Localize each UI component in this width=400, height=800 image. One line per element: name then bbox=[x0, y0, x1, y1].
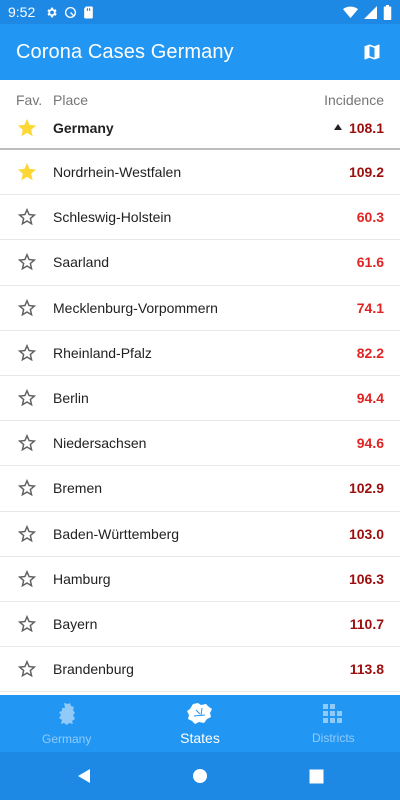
states-map-icon bbox=[186, 702, 213, 730]
wifi-icon bbox=[343, 6, 358, 19]
star-filled-icon[interactable] bbox=[16, 161, 38, 183]
list-item-incidence: 74.1 bbox=[356, 299, 384, 316]
list-item[interactable]: Baden-Württemberg 103.0 bbox=[0, 512, 400, 557]
list-item[interactable]: Saarland 61.6 bbox=[0, 240, 400, 286]
star-outline-icon[interactable] bbox=[16, 387, 38, 409]
recents-icon[interactable] bbox=[258, 769, 374, 784]
districts-grid-icon bbox=[322, 703, 344, 731]
list-item-name: Rheinland-Pfalz bbox=[53, 344, 152, 361]
total-name: Germany bbox=[53, 120, 114, 136]
list-item[interactable]: Schleswig-Holstein 60.3 bbox=[0, 195, 400, 241]
settings-icon bbox=[45, 6, 58, 19]
nav-item-states[interactable]: States bbox=[133, 695, 266, 752]
star-outline-icon[interactable] bbox=[16, 432, 38, 454]
list-item-name: Brandenburg bbox=[53, 661, 134, 678]
list-item-name: Niedersachsen bbox=[53, 435, 147, 452]
list-item-incidence: 82.2 bbox=[356, 344, 384, 361]
total-incidence-value: 108.1 bbox=[348, 120, 384, 136]
list-item[interactable]: Mecklenburg-Vorpommern 74.1 bbox=[0, 286, 400, 331]
trend-up-icon bbox=[334, 124, 342, 130]
list-item-incidence: 60.3 bbox=[356, 209, 384, 226]
nav-label-germany: Germany bbox=[41, 731, 92, 746]
list-item[interactable]: Bayern 110.7 bbox=[0, 602, 400, 648]
status-bar: 9:52 bbox=[0, 0, 400, 24]
star-outline-icon[interactable] bbox=[16, 658, 38, 680]
list-item-incidence: 110.7 bbox=[349, 615, 384, 632]
place-column-label[interactable]: Place bbox=[53, 92, 88, 108]
nav-label-districts: Districts bbox=[311, 730, 355, 745]
list-item-incidence: 113.8 bbox=[349, 661, 384, 678]
app-bar: Corona Cases Germany bbox=[0, 24, 400, 80]
list-item-name: Berlin bbox=[53, 390, 89, 407]
status-time: 9:52 bbox=[8, 4, 36, 20]
list-item-incidence: 102.9 bbox=[348, 480, 384, 497]
list-item-name: Mecklenburg-Vorpommern bbox=[53, 299, 218, 316]
star-outline-icon[interactable] bbox=[16, 251, 38, 273]
list-item-incidence: 94.6 bbox=[356, 435, 384, 452]
star-filled-icon[interactable] bbox=[16, 117, 38, 139]
star-outline-icon[interactable] bbox=[16, 568, 38, 590]
nav-item-districts[interactable]: Districts bbox=[267, 695, 400, 752]
list-item[interactable]: Brandenburg 113.8 bbox=[0, 647, 400, 693]
list-item[interactable]: Bremen 102.9 bbox=[0, 466, 400, 512]
list-item-name: Saarland bbox=[53, 254, 110, 271]
states-list[interactable]: Nordrhein-Westfalen 109.2 Schleswig-Holste… bbox=[0, 150, 400, 695]
list-item-name: Nordrhein-Westfalen bbox=[53, 164, 182, 181]
map-icon[interactable] bbox=[360, 40, 384, 64]
list-item[interactable]: Nordrhein-Westfalen 109.2 bbox=[0, 150, 400, 196]
nav-item-germany[interactable]: Germany bbox=[0, 695, 133, 752]
list-item-incidence: 109.2 bbox=[348, 164, 384, 181]
list-item[interactable]: Hamburg 106.3 bbox=[0, 557, 400, 602]
list-item[interactable]: Rheinland-Pfalz 82.2 bbox=[0, 331, 400, 376]
star-outline-icon[interactable] bbox=[16, 477, 38, 499]
nav-label-states: States bbox=[180, 729, 220, 746]
germany-map-icon bbox=[56, 702, 78, 732]
list-item[interactable]: Berlin 94.4 bbox=[0, 376, 400, 422]
list-item-name: Schleswig-Holstein bbox=[53, 209, 172, 226]
back-icon[interactable] bbox=[26, 768, 142, 784]
star-outline-icon[interactable] bbox=[16, 342, 38, 364]
list-item-name: Bayern bbox=[53, 615, 98, 632]
list-item-name: Baden-Württemberg bbox=[53, 525, 180, 542]
star-outline-icon[interactable] bbox=[16, 523, 38, 545]
star-outline-icon[interactable] bbox=[16, 297, 38, 319]
table-header: Fav. Place Incidence Germany 108.1 bbox=[0, 80, 400, 150]
star-outline-icon[interactable] bbox=[16, 613, 38, 635]
bottom-navigation: Germany States Districts bbox=[0, 695, 400, 752]
home-icon[interactable] bbox=[142, 768, 258, 784]
list-item-incidence: 106.3 bbox=[348, 570, 384, 587]
list-item-name: Hamburg bbox=[53, 570, 111, 587]
app-title: Corona Cases Germany bbox=[16, 40, 234, 63]
total-row[interactable]: Germany 108.1 bbox=[16, 118, 384, 138]
list-item[interactable]: Niedersachsen 94.6 bbox=[0, 421, 400, 467]
sd-card-icon bbox=[83, 6, 94, 19]
system-navigation-bar bbox=[0, 752, 400, 800]
at-sign-icon bbox=[64, 6, 77, 19]
list-item-incidence: 61.6 bbox=[356, 254, 384, 271]
battery-icon bbox=[383, 4, 392, 20]
list-item-incidence: 103.0 bbox=[348, 525, 384, 542]
list-item-incidence: 94.4 bbox=[356, 390, 384, 407]
star-outline-icon[interactable] bbox=[16, 206, 38, 228]
incidence-column-label[interactable]: Incidence bbox=[324, 92, 384, 108]
list-item-name: Bremen bbox=[53, 480, 103, 497]
fav-column-label: Fav. bbox=[16, 92, 43, 108]
signal-icon bbox=[364, 5, 377, 19]
